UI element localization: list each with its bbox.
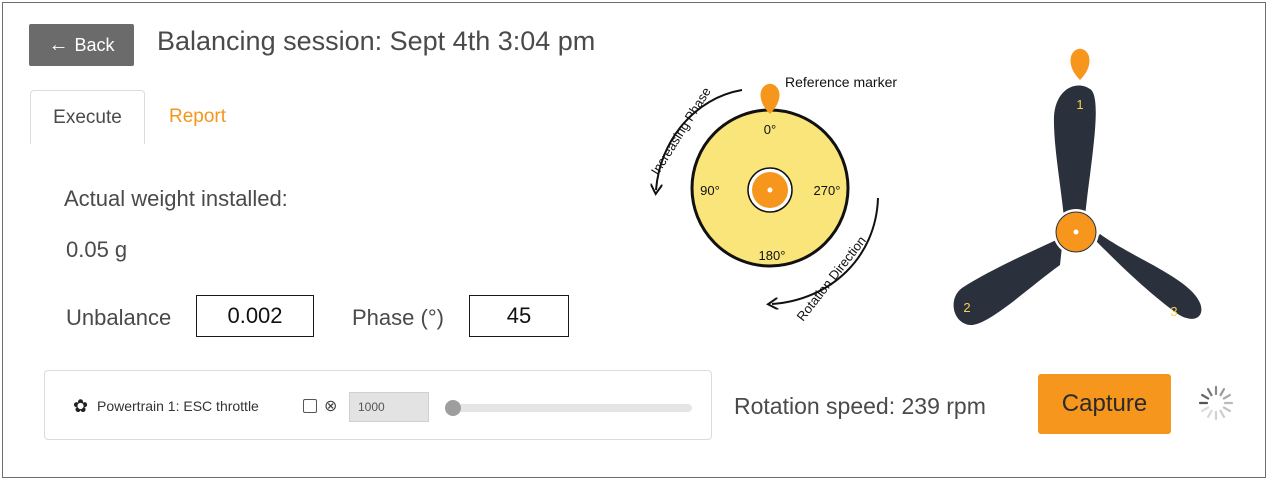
hub-center — [767, 187, 773, 193]
blade-2-label: 2 — [963, 300, 970, 315]
page-title: Balancing session: Sept 4th 3:04 pm — [157, 26, 596, 56]
unbalance-label: Unbalance — [66, 305, 172, 330]
tab-report[interactable]: Report — [147, 90, 248, 144]
tab-execute[interactable]: Execute — [30, 90, 145, 144]
propeller-marker-icon — [1070, 48, 1090, 80]
back-label: Back — [74, 34, 115, 55]
throttle-checkbox[interactable] — [303, 399, 317, 413]
capture-button[interactable]: Capture — [1038, 374, 1171, 434]
back-button[interactable]: ← Back — [29, 24, 134, 66]
propeller-diagram: 1 2 3 — [953, 48, 1202, 326]
loading-spinner-icon — [1198, 385, 1234, 421]
throttle-slider-thumb[interactable] — [445, 400, 461, 416]
angle-90: 90° — [700, 183, 720, 198]
angle-180: 180° — [759, 248, 786, 263]
blade-3-label: 3 — [1170, 304, 1177, 319]
phase-label: Phase (°) — [352, 305, 444, 330]
angle-270: 270° — [814, 183, 841, 198]
rotation-speed: Rotation speed: 239 rpm — [734, 393, 986, 419]
blade-1-label: 1 — [1076, 97, 1083, 112]
angle-0: 0° — [764, 122, 776, 137]
weight-label: Actual weight installed: — [64, 186, 288, 211]
weight-value: 0.05 g — [66, 237, 128, 262]
phase-field[interactable]: 45 — [469, 295, 569, 337]
throttle-label: Powertrain 1: ESC throttle — [97, 398, 259, 414]
propeller-hub-center — [1073, 229, 1079, 235]
unbalance-field[interactable]: 0.002 — [196, 295, 314, 337]
clear-circle-icon[interactable]: ⊗ — [324, 396, 337, 416]
reference-marker-label: Reference marker — [785, 74, 897, 90]
phase-diagram: 0° 90° 180° 270° Reference marker Increa… — [648, 74, 898, 324]
throttle-input[interactable]: 1000 — [349, 392, 429, 422]
blade-3 — [1095, 234, 1202, 319]
throttle-slider-track[interactable] — [445, 404, 692, 412]
gear-icon[interactable]: ✿ — [73, 396, 88, 417]
arrow-left-icon: ← — [48, 33, 69, 56]
throttle-panel: ✿ Powertrain 1: ESC throttle ⊗ 1000 — [44, 370, 712, 440]
